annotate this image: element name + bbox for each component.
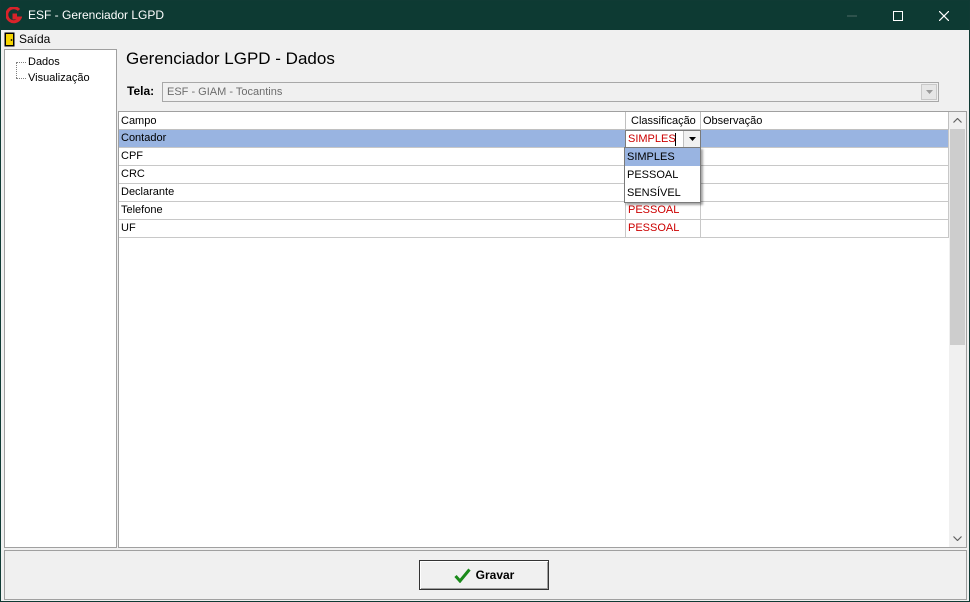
app-logo-icon bbox=[6, 7, 22, 24]
dropdown-option-pessoal[interactable]: PESSOAL bbox=[625, 166, 700, 184]
exit-door-icon bbox=[4, 32, 15, 46]
checkmark-icon bbox=[454, 568, 471, 583]
classification-combo-button[interactable] bbox=[683, 131, 700, 147]
window-title: ESF - Gerenciador LGPD bbox=[28, 8, 165, 22]
maximize-button[interactable] bbox=[875, 1, 921, 30]
app-window: ESF - Gerenciador LGPD Saída Dados Visua… bbox=[0, 0, 970, 602]
chevron-down-icon bbox=[688, 137, 696, 141]
chevron-down-icon bbox=[925, 90, 933, 94]
cell-campo[interactable]: CPF bbox=[119, 148, 626, 165]
minimize-button[interactable] bbox=[829, 1, 875, 30]
save-button[interactable]: Gravar bbox=[419, 560, 549, 590]
menu-exit-label: Saída bbox=[19, 32, 51, 46]
scrollbar-thumb[interactable] bbox=[950, 129, 965, 345]
classification-combo-value: SIMPLES bbox=[628, 133, 676, 145]
cell-campo[interactable]: Telefone bbox=[119, 202, 626, 219]
page-title: Gerenciador LGPD - Dados bbox=[126, 49, 335, 68]
cell-observacao[interactable] bbox=[701, 184, 949, 201]
vertical-scrollbar[interactable] bbox=[949, 112, 966, 547]
table-row[interactable]: Contador SIMPLES bbox=[119, 130, 949, 148]
maximize-icon bbox=[893, 10, 903, 21]
table-row[interactable]: Declarante bbox=[119, 184, 949, 202]
title-bar: ESF - Gerenciador LGPD bbox=[1, 1, 969, 30]
cell-observacao[interactable] bbox=[701, 202, 949, 219]
text-caret bbox=[675, 133, 676, 146]
chevron-up-icon bbox=[953, 118, 962, 123]
tela-select-value: ESF - GIAM - Tocantins bbox=[167, 86, 283, 98]
grid-header: Campo Classificação Observação bbox=[119, 112, 949, 130]
tree-item-label: Visualização bbox=[28, 72, 90, 84]
tela-label: Tela: bbox=[127, 84, 155, 98]
save-button-label: Gravar bbox=[475, 568, 515, 582]
scroll-up-button[interactable] bbox=[949, 112, 966, 129]
cell-observacao[interactable] bbox=[701, 130, 949, 147]
cell-classificacao[interactable]: PESSOAL bbox=[626, 220, 701, 237]
tree-branch-line bbox=[16, 61, 26, 63]
column-header-classificacao[interactable]: Classificação bbox=[626, 112, 701, 130]
tree-item-dados[interactable]: Dados bbox=[16, 55, 60, 69]
classification-dropdown-list: SIMPLES PESSOAL SENSÍVEL bbox=[624, 147, 701, 203]
table-row[interactable]: CPF bbox=[119, 148, 949, 166]
cell-campo[interactable]: Contador bbox=[119, 130, 626, 147]
classification-combo[interactable]: SIMPLES bbox=[625, 130, 701, 148]
scroll-down-button[interactable] bbox=[949, 530, 966, 547]
cell-campo[interactable]: CRC bbox=[119, 166, 626, 183]
tela-select-dropdown-button[interactable] bbox=[921, 84, 937, 100]
cell-campo[interactable]: Declarante bbox=[119, 184, 626, 201]
column-header-campo[interactable]: Campo bbox=[119, 112, 626, 130]
minimize-icon bbox=[847, 15, 857, 16]
data-grid: Campo Classificação Observação Contador … bbox=[118, 111, 967, 548]
column-header-observacao[interactable]: Observação bbox=[701, 112, 949, 130]
chevron-down-icon bbox=[953, 536, 962, 541]
dropdown-option-simples[interactable]: SIMPLES bbox=[625, 148, 700, 166]
cell-classificacao[interactable]: PESSOAL bbox=[626, 202, 701, 219]
tree-item-visualizacao[interactable]: Visualização bbox=[16, 71, 90, 85]
tree-item-label: Dados bbox=[28, 56, 60, 68]
menu-bar: Saída bbox=[1, 30, 969, 48]
close-button[interactable] bbox=[921, 1, 967, 30]
tree-branch-line bbox=[16, 77, 26, 79]
dropdown-option-sensivel[interactable]: SENSÍVEL bbox=[625, 184, 700, 202]
table-row[interactable]: Telefone PESSOAL bbox=[119, 202, 949, 220]
table-row[interactable]: UF PESSOAL bbox=[119, 220, 949, 238]
cell-observacao[interactable] bbox=[701, 148, 949, 165]
menu-exit[interactable]: Saída bbox=[4, 31, 50, 47]
table-row[interactable]: CRC bbox=[119, 166, 949, 184]
cell-observacao[interactable] bbox=[701, 166, 949, 183]
close-icon bbox=[939, 10, 949, 21]
cell-observacao[interactable] bbox=[701, 220, 949, 237]
cell-campo[interactable]: UF bbox=[119, 220, 626, 237]
tela-select[interactable]: ESF - GIAM - Tocantins bbox=[162, 82, 939, 102]
navigation-tree: Dados Visualização bbox=[4, 49, 117, 548]
